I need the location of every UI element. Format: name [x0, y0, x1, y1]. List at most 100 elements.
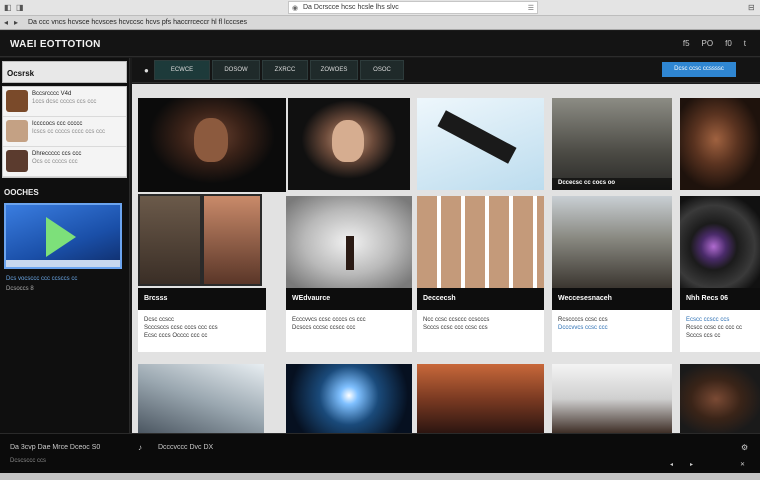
footer-bar: Da 3cvp Dae Mrce Dceoc S0 Dcscsccc ccs ♪… [0, 433, 760, 473]
header-link[interactable]: t [744, 39, 746, 48]
back-icon[interactable]: ◂ [4, 18, 8, 27]
photo-card[interactable] [680, 196, 760, 288]
feed-title: Bccsrcccc V4d [32, 91, 72, 97]
photo-card[interactable] [286, 364, 412, 433]
tab-icon[interactable]: ◨ [16, 3, 25, 12]
lens-flare-image [286, 364, 412, 433]
feed-item[interactable]: Dhreccccc ccs ccc Ocs cc ccccs ccc [3, 147, 126, 177]
sidebar-section-title: OOCHES [4, 188, 39, 197]
portrait-image [204, 196, 260, 284]
photo-card[interactable] [288, 98, 410, 190]
desc-line: Ecsc cccs Occcc ccc cc [144, 333, 208, 339]
footer-text[interactable]: Da 3cvp Dae Mrce Dceoc S0 [10, 444, 100, 451]
feed-meta: Icscs cc ccccs cccc ccs ccc [32, 129, 106, 135]
card-description: Ncc ccsc ccsccc ccscccs Scccs ccsc ccc c… [417, 310, 544, 352]
feed-title: Dhreccccc ccs ccc [32, 151, 82, 157]
desc-line: Ecccvvcs ccsc ccccs cs ccc [292, 317, 366, 323]
menu-dot-icon[interactable]: ● [144, 66, 149, 75]
close-icon[interactable]: ✕ [740, 461, 745, 468]
portrait-image [680, 98, 760, 190]
desc-line: Rcscc ccsc cc ccc cc [686, 325, 743, 331]
play-icon[interactable] [46, 217, 76, 257]
photo-card[interactable]: Dccecsc cc cocs oo [552, 98, 672, 190]
figure-shape [346, 236, 354, 270]
card-title[interactable]: Deccecsh [417, 288, 544, 310]
subscribe-button[interactable]: Dcsc ccsc ccssssc [662, 62, 736, 77]
card-title[interactable]: Weccesesnaceh [552, 288, 672, 310]
feed-meta: Ocs cc ccccs ccc [32, 159, 78, 165]
photo-card[interactable] [680, 98, 760, 190]
card-title[interactable]: Nhh Recs 06 [680, 288, 760, 310]
photo-card[interactable] [138, 194, 262, 286]
prev-icon[interactable]: ◂ [670, 461, 673, 468]
sidebar-title[interactable]: Ocsrsk [2, 61, 127, 83]
footer-subtext[interactable]: Dcscsccc ccs [10, 458, 46, 464]
photo-card[interactable] [286, 196, 412, 288]
tab-dosow[interactable]: DOSOW [212, 60, 260, 80]
header-link[interactable]: f5 [683, 39, 690, 48]
site-title[interactable]: WAEI EOTTOTION [10, 39, 101, 50]
face-shape [332, 120, 364, 162]
card-title[interactable]: WEdvaurce [286, 288, 412, 310]
desc-link[interactable]: Ecscc ccscc ccs [686, 316, 754, 324]
desc-link[interactable]: Dcccvvcs ccsc ccc [558, 324, 666, 332]
video-player[interactable] [4, 203, 122, 269]
face-mosaic-image [417, 196, 544, 288]
tab-zowoes[interactable]: ZOWOES [310, 60, 358, 80]
browser-titlebar: ◧ ◨ ◉ Da Dcrscce hcsc hcsle lhs slvc ☰ ⊟ [0, 0, 760, 16]
bookmarks-bar: ◂ ▸ Da ccc vncs hcvsce hcvsces hcvccsc h… [0, 16, 760, 30]
desc-line: Scccsccs ccsc cccs ccc ccs [144, 325, 218, 331]
desc-line: Ncc ccsc ccsccc ccscccs [423, 317, 490, 323]
desc-line: Dcsc ccscc [144, 317, 174, 323]
photo-card[interactable] [680, 364, 760, 433]
card-description: Ecscc ccscc ccs Rcscc ccsc cc ccc cc Scc… [680, 310, 760, 352]
reader-icon[interactable]: ☰ [528, 4, 534, 12]
close-window-icon[interactable]: ⊟ [748, 3, 757, 12]
category-nav: ● ECWCE DOSOW ZXRCC ZOWOES OSOC Dcsc ccs… [132, 58, 760, 83]
forward-icon[interactable]: ▸ [14, 18, 18, 27]
feed-item[interactable]: Iccccocs ccc ccccc Icscs cc ccccs cccc c… [3, 117, 126, 147]
address-bar[interactable]: ◉ Da Dcrscce hcsc hcsle lhs slvc ☰ [288, 1, 538, 14]
footer-player-text[interactable]: Dcccvccc Dvc DX [158, 444, 213, 451]
settings-icon[interactable]: ⚙ [741, 443, 748, 452]
tab-zxrcc[interactable]: ZXRCC [262, 60, 308, 80]
card-description: Rcsccccs ccsc ccs Dcccvvcs ccsc ccc [552, 310, 672, 352]
photo-card[interactable] [417, 196, 544, 288]
music-icon[interactable]: ♪ [138, 443, 142, 452]
portrait-image [138, 98, 286, 192]
photo-card[interactable] [417, 98, 544, 190]
site-header: WAEI EOTTOTION f5 PO f0 t [0, 31, 760, 57]
sidebar: Ocsrsk Bccsrcccc V4d 1ccs dcsc ccccs ccs… [0, 58, 130, 433]
desc-line: Scccs ccsc ccc ccsc ccs [423, 325, 488, 331]
camera-rig-image [417, 98, 544, 190]
photo-card[interactable] [138, 364, 264, 433]
video-progress-bar[interactable] [6, 260, 120, 267]
header-link[interactable]: f0 [725, 39, 732, 48]
header-link[interactable]: PO [702, 39, 714, 48]
camera-lens-image [680, 196, 760, 288]
avatar [6, 120, 28, 142]
city-street-image [552, 196, 672, 288]
bookmark-items[interactable]: Da ccc vncs hcvsce hcvsces hcvccsc hcvs … [28, 19, 247, 26]
photo-card[interactable] [552, 196, 672, 288]
crowd-image [417, 364, 544, 433]
tab-osoc[interactable]: OSOC [360, 60, 404, 80]
image-overlay-text: Dccecsc cc cocs oo [552, 178, 672, 190]
status-bar [0, 473, 760, 480]
card-description: Dcsc ccscc Scccsccs ccsc cccs ccc ccs Ec… [138, 310, 266, 352]
camera-shape [437, 110, 517, 164]
card-title[interactable]: Brcsss [138, 288, 266, 310]
photo-card[interactable] [417, 364, 544, 433]
tab-ecwce[interactable]: ECWCE [154, 60, 210, 80]
next-icon[interactable]: ▸ [690, 461, 693, 468]
photo-card[interactable] [552, 364, 672, 433]
photo-grid: Dccecsc cc cocs oo Brcsss WEdvaurce Decc… [132, 84, 760, 433]
card-description: Ecccvvcs ccsc ccccs cs ccc Dcsccs cccsc … [286, 310, 412, 352]
desc-line: Rcsccccs ccsc ccs [558, 317, 608, 323]
feed-meta: 1ccs dcsc ccccs ccs ccc [32, 99, 97, 105]
app-icon: ◧ [4, 3, 12, 12]
feed-item[interactable]: Bccsrcccc V4d 1ccs dcsc ccccs ccs ccc [3, 87, 126, 117]
video-caption[interactable]: Dcs vocsccc ccc ccsccs cc [6, 275, 123, 284]
portrait-image [288, 98, 410, 190]
photo-card[interactable] [138, 98, 286, 192]
